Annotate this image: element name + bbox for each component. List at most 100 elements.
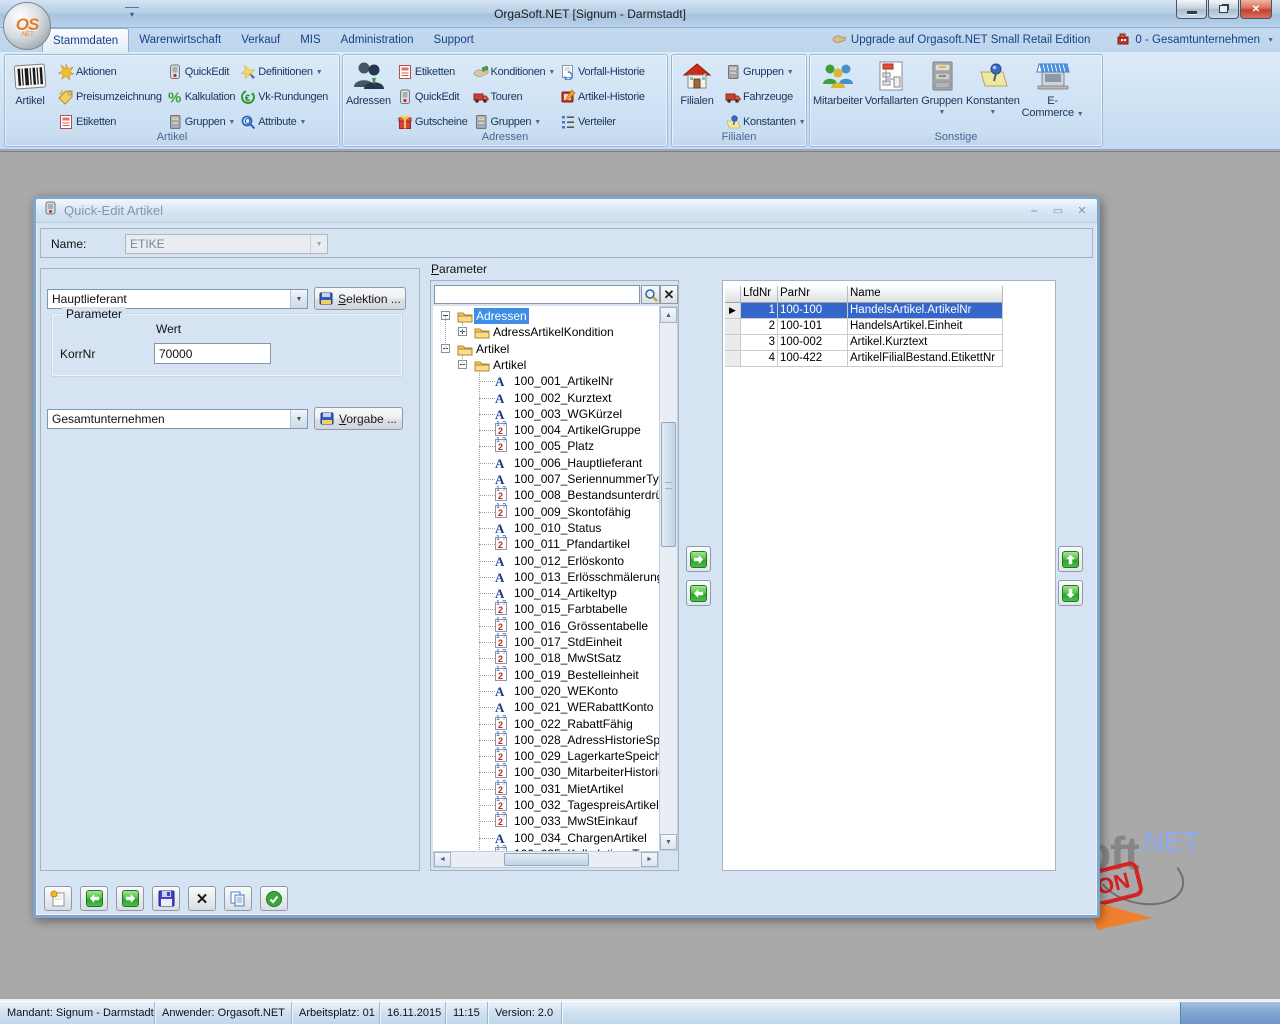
tree-item-label[interactable]: 100_001_ArtikelNr <box>512 373 615 389</box>
tree-item-label[interactable]: 100_022_RabattFähig <box>512 716 635 732</box>
tree-item-label[interactable]: 100_030_MitarbeiterHistorieSpeichern <box>512 764 659 780</box>
tree-item-label[interactable]: 100_029_LagerkarteSpeichern <box>512 748 659 764</box>
tree-item-label[interactable]: 100_007_SeriennummerTyp <box>512 471 659 487</box>
dialog-titlebar[interactable]: Quick-Edit Artikel – ▭ ✕ <box>36 199 1097 223</box>
ribbon-button-quickedit[interactable]: QuickEdit <box>397 88 468 106</box>
tree-item[interactable]: 1?2100_032_TagespreisArtikel <box>433 797 659 813</box>
tree-item[interactable]: A100_007_SeriennummerTyp <box>433 471 659 487</box>
tree-item-label[interactable]: 100_016_Grössentabelle <box>512 618 650 634</box>
column-header-name[interactable]: Name <box>848 286 1003 303</box>
tree-horizontal-scrollbar[interactable]: ◄ ► <box>433 851 659 868</box>
table-cell[interactable]: 100-422 <box>778 351 848 367</box>
next-button[interactable] <box>116 886 144 911</box>
previous-button[interactable] <box>80 886 108 911</box>
ribbon-button-artikel-historie[interactable]: Artikel-Historie <box>560 88 645 106</box>
tree-item[interactable]: A100_021_WERabattKonto <box>433 699 659 715</box>
ribbon-button-etiketten[interactable]: Etiketten <box>58 113 162 131</box>
ribbon-button-vorfall-historie[interactable]: Vorfall-Historie <box>560 63 645 81</box>
tree-item-label[interactable]: 100_015_Farbtabelle <box>512 601 629 617</box>
tree-item[interactable]: 1?2100_033_MwStEinkauf <box>433 813 659 829</box>
dialog-maximize-button[interactable]: ▭ <box>1051 204 1065 217</box>
tree-item[interactable]: Artikel <box>433 357 659 373</box>
ribbon-button-vk-rundungen[interactable]: €Vk-Rundungen <box>240 88 328 106</box>
row-selector[interactable]: ▶ <box>725 303 741 319</box>
gesamtunternehmen-combobox[interactable]: Gesamtunternehmen▼ <box>47 409 308 429</box>
row-selector[interactable] <box>725 319 741 335</box>
ribbon-button-definitionen[interactable]: Definitionen▼ <box>240 63 328 81</box>
tree-item[interactable]: 1?2100_015_Farbtabelle <box>433 601 659 617</box>
ribbon-button-mitarbeiter[interactable]: Mitarbeiter <box>812 57 864 107</box>
tree-item-label[interactable]: 100_010_Status <box>512 520 603 536</box>
ribbon-button-adressen[interactable]: Adressen <box>345 57 392 107</box>
company-selector[interactable]: 0 - Gesamtunternehmen ▼ <box>1116 32 1274 48</box>
ribbon-button-gruppen[interactable]: Gruppen▼ <box>725 63 805 81</box>
move-down-button[interactable] <box>1058 580 1083 606</box>
ribbon-button-gruppen[interactable]: Gruppen▼ <box>167 113 236 131</box>
tab-administration[interactable]: Administration <box>331 28 424 52</box>
tree-item[interactable]: 1?2100_022_RabattFähig <box>433 716 659 732</box>
application-menu-button[interactable]: OS.NET <box>3 2 51 50</box>
tree-item-label[interactable]: AdressArtikelKondition <box>491 324 616 340</box>
tree-item-label[interactable]: 100_014_Artikeltyp <box>512 585 619 601</box>
table-row[interactable]: 3100-002Artikel.Kurztext <box>725 335 1003 351</box>
tree-item-label[interactable]: 100_034_ChargenArtikel <box>512 830 649 846</box>
tree-item-label[interactable]: 100_011_Pfandartikel <box>512 536 632 552</box>
ribbon-button-verteiler[interactable]: Verteiler <box>560 113 645 131</box>
tree-item-label[interactable]: 100_021_WERabattKonto <box>512 699 655 715</box>
table-cell[interactable]: 3 <box>741 335 778 351</box>
tree-item[interactable]: 1?2100_030_MitarbeiterHistorieSpeichern <box>433 764 659 780</box>
table-cell[interactable]: 4 <box>741 351 778 367</box>
ribbon-button-etiketten[interactable]: Etiketten <box>397 63 468 81</box>
ribbon-button-e-commerce[interactable]: E-Commerce ▼ <box>1021 57 1085 121</box>
tree-item[interactable]: Artikel <box>433 341 659 357</box>
tree-search-input[interactable] <box>434 285 640 304</box>
minimize-button[interactable] <box>1176 0 1207 19</box>
table-cell[interactable]: 1 <box>741 303 778 319</box>
ribbon-button-touren[interactable]: Touren <box>473 88 555 106</box>
tree-item-label[interactable]: 100_009_Skontofähig <box>512 504 633 520</box>
tree-item[interactable]: 1?2100_018_MwStSatz <box>433 650 659 666</box>
tree-item[interactable]: 1?2100_019_Bestelleinheit <box>433 667 659 683</box>
dialog-minimize-button[interactable]: – <box>1027 205 1041 217</box>
upgrade-link[interactable]: Upgrade auf Orgasoft.NET Small Retail Ed… <box>832 33 1090 47</box>
tree-item-label[interactable]: 100_008_Bestandsunterdrückung <box>512 487 659 503</box>
tree-item[interactable]: 1?2100_016_Grössentabelle <box>433 618 659 634</box>
tree-item-label[interactable]: Adressen <box>474 308 529 324</box>
tree-item[interactable]: 1?2100_011_Pfandartikel <box>433 536 659 552</box>
row-selector[interactable] <box>725 351 741 367</box>
row-selector[interactable] <box>725 335 741 351</box>
table-cell[interactable]: 2 <box>741 319 778 335</box>
tree-item[interactable]: AdressArtikelKondition <box>433 324 659 340</box>
table-row[interactable]: 2100-101HandelsArtikel.Einheit <box>725 319 1003 335</box>
tree-item[interactable]: 1?2100_029_LagerkarteSpeichern <box>433 748 659 764</box>
hauptlieferant-combobox[interactable]: Hauptlieferant▼ <box>47 289 308 309</box>
table-cell[interactable]: ArtikelFilialBestand.EtikettNr <box>848 351 1003 367</box>
tree-item[interactable]: A100_001_ArtikelNr <box>433 373 659 389</box>
close-button[interactable]: ✕ <box>1240 0 1272 19</box>
dialog-close-button[interactable]: ✕ <box>1075 204 1089 217</box>
korrnr-input[interactable]: 70000 <box>154 343 271 364</box>
ribbon-button-preisumzeichnung[interactable]: Preisumzeichnung <box>58 88 162 106</box>
tree-item-label[interactable]: 100_028_AdressHistorieSpeichern <box>512 732 659 748</box>
table-row[interactable]: ▶1100-100HandelsArtikel.ArtikelNr <box>725 303 1003 319</box>
copy-button[interactable] <box>224 886 252 911</box>
tab-verkauf[interactable]: Verkauf <box>231 28 290 52</box>
table-cell[interactable]: 100-002 <box>778 335 848 351</box>
tree-item-label[interactable]: 100_005_Platz <box>512 438 596 454</box>
tree-item[interactable]: 1?2100_005_Platz <box>433 438 659 454</box>
tree-item-label[interactable]: 100_012_Erlöskonto <box>512 553 626 569</box>
ribbon-button-fahrzeuge[interactable]: Fahrzeuge <box>725 88 805 106</box>
tree-item[interactable]: A100_013_Erlösschmälerungen <box>433 569 659 585</box>
name-combobox[interactable]: ETIKE ▼ <box>125 234 328 254</box>
save-button[interactable] <box>152 886 180 911</box>
tree-vertical-scrollbar[interactable]: ▲ ▼ <box>659 306 678 851</box>
ribbon-button-gruppen[interactable]: Gruppen▼ <box>919 57 965 116</box>
add-parameter-button[interactable] <box>686 546 711 572</box>
tree-item-label[interactable]: Artikel <box>474 341 511 357</box>
ribbon-button-vorfallarten[interactable]: Vorfallarten <box>864 57 919 107</box>
remove-parameter-button[interactable] <box>686 580 711 606</box>
parameter-tree[interactable]: AdressenAdressArtikelKonditionArtikelArt… <box>433 306 659 851</box>
ok-button[interactable] <box>260 886 288 911</box>
tree-item-label[interactable]: 100_017_StdEinheit <box>512 634 624 650</box>
ribbon-button-konstanten[interactable]: Konstanten▼ <box>725 113 805 131</box>
